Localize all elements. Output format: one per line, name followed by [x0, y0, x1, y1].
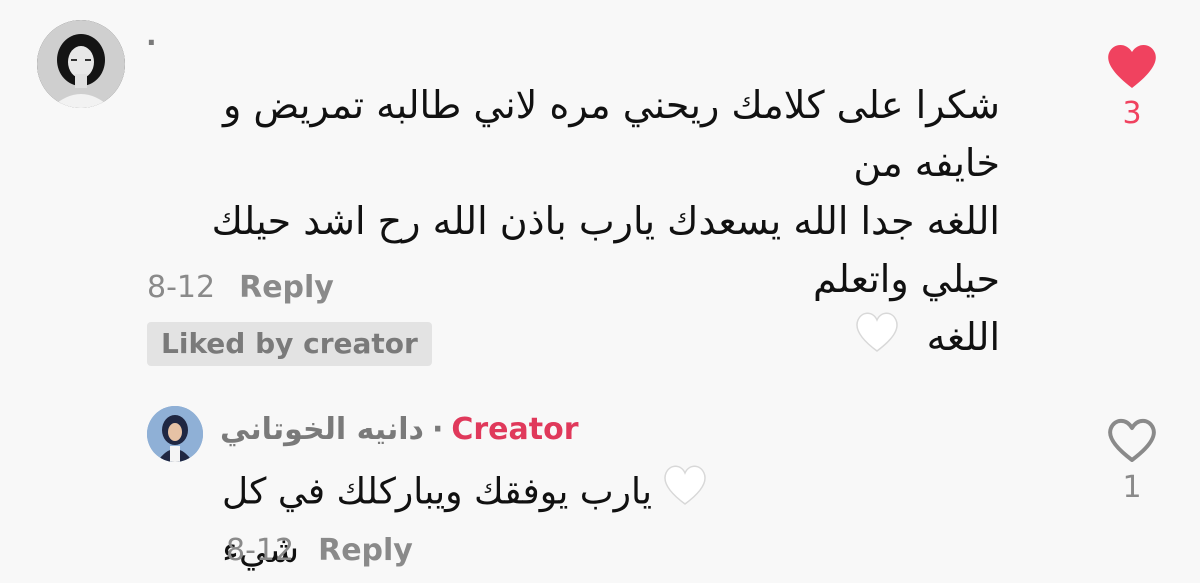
creator-avatar-image — [147, 406, 203, 462]
white-heart-emoji-icon — [662, 464, 708, 523]
commenter-username[interactable]: · — [146, 26, 157, 60]
commenter-avatar-image — [37, 20, 125, 108]
commenter-avatar[interactable] — [37, 20, 125, 108]
reply-meta: 8-12 Reply — [226, 533, 413, 569]
comment-meta: 8-12 Reply — [147, 270, 334, 306]
liked-by-creator-badge: Liked by creator — [147, 322, 432, 366]
comment-text-line: شكرا على كلامك ريحني مره لاني طالبه تمري… — [222, 83, 1000, 185]
white-heart-emoji-icon — [854, 311, 900, 369]
reply-like[interactable]: 1 — [1092, 416, 1172, 506]
reply-header: دانيه الخوتاني · Creator — [220, 410, 579, 450]
heart-outline-icon[interactable] — [1105, 418, 1159, 468]
reply-like-count: 1 — [1122, 470, 1142, 505]
comment-like[interactable]: 3 — [1092, 42, 1172, 132]
reply-reply-button[interactable]: Reply — [318, 533, 413, 568]
comment-like-count: 3 — [1122, 96, 1142, 131]
comment-text-line: اللغه — [926, 315, 1000, 359]
reply-date: 8-12 — [226, 533, 295, 568]
creator-username[interactable]: دانيه الخوتاني — [220, 412, 424, 447]
comment-reply-button[interactable]: Reply — [239, 270, 334, 305]
creator-label: Creator — [451, 412, 579, 447]
creator-avatar[interactable] — [147, 406, 203, 462]
separator-dot: · — [431, 412, 444, 447]
comment-date: 8-12 — [147, 270, 216, 305]
heart-filled-icon[interactable] — [1105, 44, 1159, 94]
comment-thread: · شكرا على كلامك ريحني مره لاني طالبه تم… — [0, 0, 1200, 583]
